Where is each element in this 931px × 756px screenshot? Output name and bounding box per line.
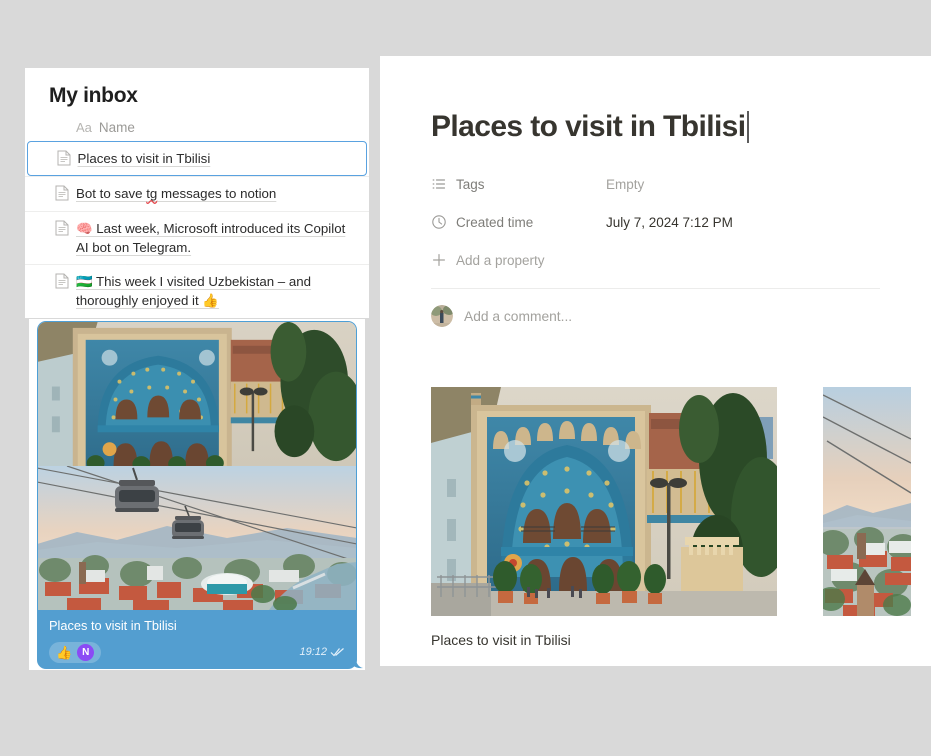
column-header-label: Name	[99, 120, 135, 135]
page-icon	[55, 220, 69, 236]
property-row-created-time[interactable]: Created time July 7, 2024 7:12 PM	[431, 208, 931, 236]
add-property-button[interactable]: Add a property	[431, 246, 931, 274]
property-name-created-time: Created time	[456, 215, 606, 230]
divider	[431, 288, 880, 289]
property-value-tags[interactable]: Empty	[606, 177, 644, 192]
note-panel: Places to visit in Tbilisi Tags Empty	[380, 56, 931, 666]
list-icon	[431, 176, 447, 192]
telegram-panel: Places to visit in Tbilisi 👍 N 19:12	[29, 319, 365, 670]
property-row-tags[interactable]: Tags Empty	[431, 170, 931, 198]
text-cursor	[747, 111, 749, 143]
page-icon	[57, 150, 71, 166]
inbox-row-label: 🇺🇿 This week I visited Uzbekistan – and …	[76, 272, 357, 311]
telegram-photo-cable-car[interactable]	[37, 466, 357, 610]
property-list: Tags Empty Created time July 7, 2024 7:1…	[431, 170, 931, 274]
telegram-footer: 👍 N 19:12	[49, 642, 345, 663]
image-gallery	[431, 387, 911, 616]
telegram-timestamp: 19:12	[299, 646, 327, 658]
gallery-image-cable-car[interactable]	[823, 387, 911, 616]
clock-icon	[431, 214, 447, 230]
avatar[interactable]	[431, 305, 453, 327]
inbox-row-list: Places to visit in Tbilisi Bot to save t…	[25, 141, 369, 318]
column-header-name[interactable]: Aa Name	[76, 120, 369, 135]
telegram-reactions[interactable]: 👍 N	[49, 642, 101, 663]
property-value-created-time: July 7, 2024 7:12 PM	[606, 215, 733, 230]
misspelled-word: tg	[146, 186, 157, 201]
gallery-caption: Places to visit in Tbilisi	[431, 632, 571, 648]
page-title-text: Places to visit in Tbilisi	[431, 110, 746, 144]
screen: My inbox Aa Name Places to visit in Tbil…	[0, 0, 931, 756]
notion-icon[interactable]: N	[77, 644, 94, 661]
telegram-photo-orbeliani-baths[interactable]	[37, 321, 357, 466]
inbox-row-label: 🧠 Last week, Microsoft introduced its Co…	[76, 219, 357, 258]
bubble-tail	[349, 653, 363, 669]
inbox-row-label-2: Bot to save tg messages to notion	[76, 184, 276, 203]
property-name-tags: Tags	[456, 177, 606, 192]
add-property-label: Add a property	[456, 253, 606, 268]
gallery-image-orbeliani-baths[interactable]	[431, 387, 777, 616]
telegram-bubble[interactable]: Places to visit in Tbilisi 👍 N 19:12	[37, 610, 357, 669]
telegram-time-status: 19:12	[299, 646, 345, 658]
thumbs-up-icon[interactable]: 👍	[56, 646, 72, 659]
telegram-message[interactable]: Places to visit in Tbilisi 👍 N 19:12	[29, 319, 365, 670]
inbox-row-microsoft-copilot[interactable]: 🧠 Last week, Microsoft introduced its Co…	[25, 211, 369, 265]
inbox-panel: My inbox Aa Name Places to visit in Tbil…	[25, 68, 369, 318]
page-title[interactable]: Places to visit in Tbilisi	[431, 110, 931, 144]
plus-icon	[431, 252, 447, 268]
inbox-row-bot-to-save[interactable]: Bot to save tg messages to notion	[25, 176, 369, 210]
inbox-row-uzbekistan[interactable]: 🇺🇿 This week I visited Uzbekistan – and …	[25, 264, 369, 318]
text-type-icon: Aa	[76, 120, 92, 135]
page-icon	[55, 273, 69, 289]
comment-composer[interactable]: Add a comment...	[431, 305, 931, 327]
double-check-icon	[330, 647, 345, 657]
inbox-row-places-to-visit[interactable]: Places to visit in Tbilisi	[27, 141, 367, 176]
inbox-title: My inbox	[49, 84, 369, 108]
telegram-caption: Places to visit in Tbilisi	[49, 618, 345, 635]
inbox-row-label: Places to visit in Tbilisi	[78, 149, 211, 168]
page-icon	[55, 185, 69, 201]
comment-input-placeholder[interactable]: Add a comment...	[464, 309, 572, 324]
